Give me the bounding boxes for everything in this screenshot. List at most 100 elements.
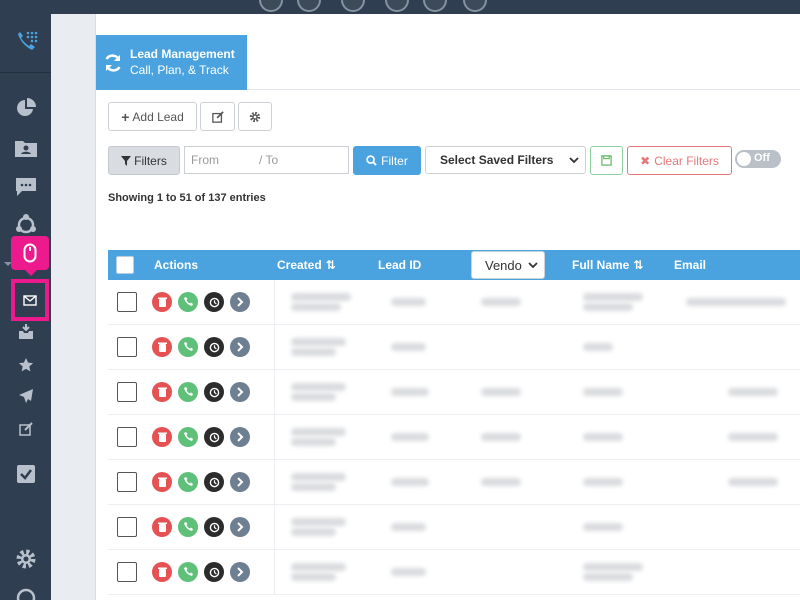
add-lead-button[interactable]: + Add Lead	[108, 102, 197, 131]
settings-button[interactable]	[238, 102, 272, 131]
call-button[interactable]	[178, 427, 198, 447]
saved-filters-select[interactable]: Select Saved Filters	[425, 146, 586, 174]
trash-icon	[157, 522, 167, 532]
envelope-icon[interactable]	[11, 279, 49, 321]
mouse-icon[interactable]	[11, 236, 49, 276]
top-step-dot[interactable]	[423, 0, 447, 12]
gear-icon[interactable]	[0, 546, 51, 572]
redacted-cell	[391, 298, 426, 306]
phone-grid-icon[interactable]	[0, 22, 51, 62]
top-step-dot[interactable]	[259, 0, 283, 12]
redacted-cell	[291, 393, 336, 401]
trash-icon	[157, 477, 167, 487]
redacted-cell	[291, 518, 346, 526]
chevron-down-icon	[569, 157, 579, 164]
inbox-download-icon[interactable]	[0, 321, 51, 343]
redacted-cell	[291, 563, 346, 571]
redacted-cell	[728, 388, 778, 396]
sync-network-icon[interactable]	[0, 213, 51, 237]
redacted-cell	[481, 388, 521, 396]
top-step-dot[interactable]	[385, 0, 409, 12]
clear-filters-label: Clear Filters	[654, 153, 719, 168]
row-checkbox[interactable]	[117, 337, 137, 357]
view-lead-button[interactable]	[230, 292, 250, 312]
header-tab[interactable]: Lead Management Call, Plan, & Track	[96, 35, 247, 90]
sort-icon: ⇅	[325, 258, 336, 272]
history-button[interactable]	[204, 427, 224, 447]
history-button[interactable]	[204, 382, 224, 402]
filters-button[interactable]: Filters	[108, 146, 180, 175]
floppy-icon	[601, 155, 612, 166]
delete-button[interactable]	[152, 427, 172, 447]
call-button[interactable]	[178, 382, 198, 402]
select-all-checkbox[interactable]	[116, 256, 134, 274]
view-lead-button[interactable]	[230, 337, 250, 357]
star-icon[interactable]	[0, 354, 51, 376]
row-checkbox[interactable]	[117, 472, 137, 492]
table-row	[108, 505, 800, 550]
top-step-dot[interactable]	[297, 0, 321, 12]
history-button[interactable]	[204, 562, 224, 582]
redacted-cell	[481, 478, 521, 486]
trash-icon	[157, 342, 167, 352]
redacted-cell	[583, 303, 633, 311]
edit-icon[interactable]	[0, 418, 51, 440]
vendor-select[interactable]: Vendo	[471, 251, 545, 279]
delete-button[interactable]	[152, 337, 172, 357]
history-button[interactable]	[204, 292, 224, 312]
row-checkbox[interactable]	[117, 382, 137, 402]
delete-button[interactable]	[152, 292, 172, 312]
table-header: Actions Created ⇅ Lead ID Vendo Full Nam…	[108, 250, 800, 280]
date-range-input[interactable]: From / To	[184, 146, 349, 174]
delete-button[interactable]	[152, 382, 172, 402]
chat-icon[interactable]	[0, 175, 51, 199]
clear-filters-button[interactable]: ✖ Clear Filters	[627, 146, 732, 175]
call-button[interactable]	[178, 517, 198, 537]
row-checkbox[interactable]	[117, 427, 137, 447]
top-step-dot[interactable]	[463, 0, 487, 12]
filter-button[interactable]: Filter	[353, 146, 421, 175]
sync-icon[interactable]	[0, 588, 51, 600]
history-button[interactable]	[204, 472, 224, 492]
delete-button[interactable]	[152, 562, 172, 582]
contacts-folder-icon[interactable]	[0, 136, 51, 160]
chevron-down-icon	[528, 262, 538, 269]
call-button[interactable]	[178, 472, 198, 492]
add-lead-label: Add Lead	[132, 109, 184, 124]
history-button[interactable]	[204, 337, 224, 357]
column-lead-id: Lead ID	[378, 258, 422, 272]
pie-chart-icon[interactable]	[0, 96, 51, 120]
send-icon[interactable]	[0, 385, 51, 407]
column-full-name[interactable]: Full Name ⇅	[572, 250, 643, 280]
delete-button[interactable]	[152, 472, 172, 492]
search-icon	[366, 155, 377, 166]
redacted-cell	[291, 348, 336, 356]
call-button[interactable]	[178, 337, 198, 357]
to-placeholder: / To	[259, 153, 279, 167]
view-lead-button[interactable]	[230, 427, 250, 447]
row-checkbox[interactable]	[117, 292, 137, 312]
filter-toggle[interactable]: Off	[735, 150, 781, 168]
top-step-dot[interactable]	[341, 0, 365, 12]
redacted-cell	[583, 388, 623, 396]
edit-button[interactable]	[200, 102, 235, 131]
redacted-cell	[583, 478, 623, 486]
view-lead-button[interactable]	[230, 382, 250, 402]
delete-button[interactable]	[152, 517, 172, 537]
call-button[interactable]	[178, 292, 198, 312]
row-checkbox[interactable]	[117, 517, 137, 537]
history-icon	[209, 522, 219, 532]
view-lead-button[interactable]	[230, 472, 250, 492]
history-icon	[209, 387, 219, 397]
row-checkbox[interactable]	[117, 562, 137, 582]
redacted-cell	[391, 568, 426, 576]
history-button[interactable]	[204, 517, 224, 537]
view-lead-button[interactable]	[230, 517, 250, 537]
redacted-cell	[291, 483, 336, 491]
page-subtitle: Call, Plan, & Track	[130, 63, 229, 77]
checkbox-icon[interactable]	[0, 462, 51, 486]
view-lead-button[interactable]	[230, 562, 250, 582]
call-button[interactable]	[178, 562, 198, 582]
save-filter-button[interactable]	[590, 146, 623, 175]
column-created[interactable]: Created ⇅	[277, 250, 336, 280]
